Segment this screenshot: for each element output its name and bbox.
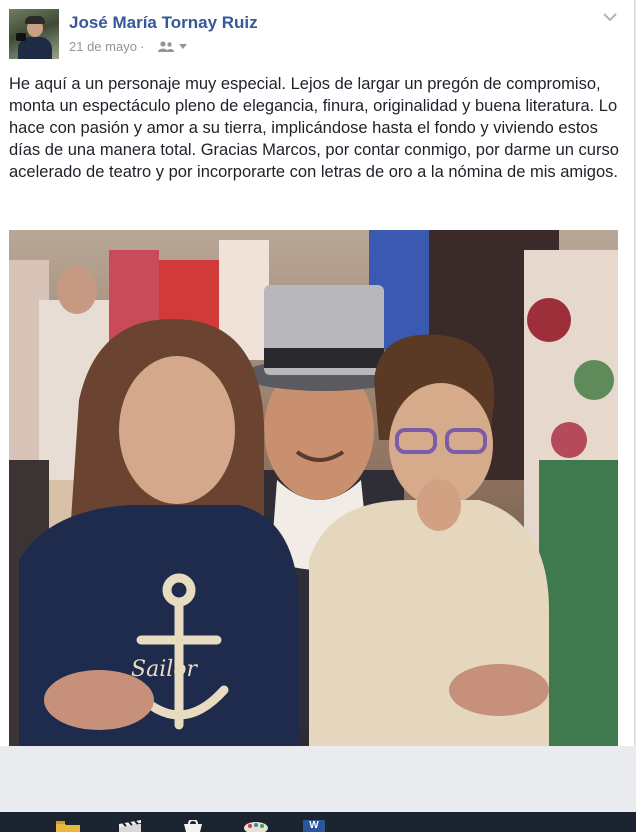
post-date-link[interactable]: 21 de mayo bbox=[69, 39, 137, 54]
friends-icon[interactable] bbox=[158, 41, 174, 52]
movie-maker-icon[interactable] bbox=[117, 820, 143, 832]
paint-icon[interactable] bbox=[242, 820, 270, 832]
post-photo[interactable]: Sailor bbox=[9, 230, 618, 746]
author-name-link[interactable]: José María Tornay Ruiz bbox=[69, 13, 258, 33]
post-body-text: He aquí a un personaje muy especial. Lej… bbox=[9, 75, 619, 181]
author-avatar[interactable] bbox=[9, 9, 59, 59]
audience-caret-icon[interactable] bbox=[179, 44, 187, 49]
avatar-cap bbox=[25, 16, 45, 24]
word-icon[interactable]: W bbox=[303, 820, 325, 832]
avatar-camera bbox=[16, 33, 26, 41]
meta-separator: · bbox=[139, 39, 145, 54]
post-meta: 21 de mayo · bbox=[69, 39, 147, 54]
post-card: José María Tornay Ruiz 21 de mayo · He aq… bbox=[0, 0, 635, 746]
file-explorer-icon[interactable] bbox=[55, 820, 81, 832]
sweater-text: Sailor bbox=[131, 657, 199, 682]
store-icon[interactable] bbox=[180, 820, 206, 832]
windows-taskbar: W bbox=[0, 812, 636, 832]
chevron-down-icon[interactable] bbox=[603, 12, 617, 22]
